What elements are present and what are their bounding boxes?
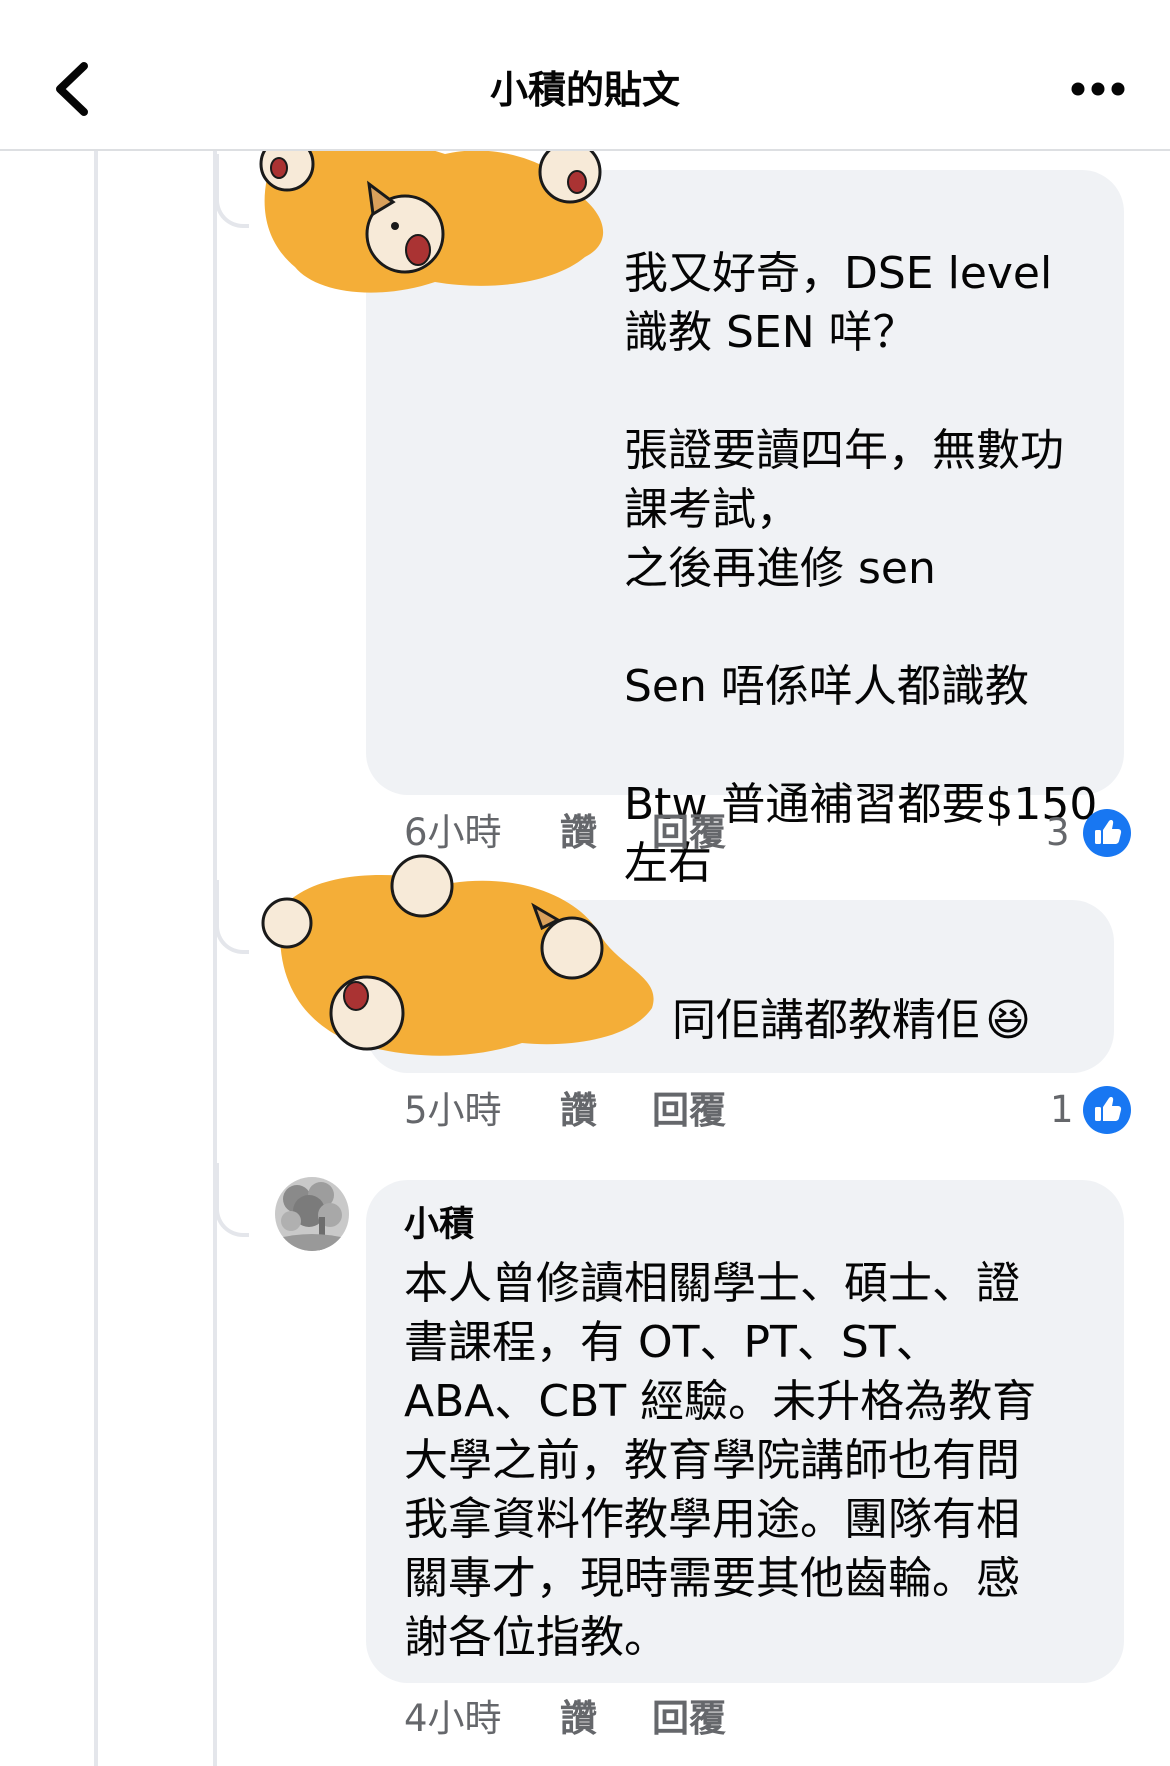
top-bar: 小積的貼文 <box>0 0 1170 151</box>
like-button[interactable]: 讚 <box>560 1689 597 1749</box>
comment-timestamp[interactable]: 5小時 <box>404 1081 502 1141</box>
page-title: 小積的貼文 <box>489 68 680 112</box>
comment-actions: 4小時 讚 回覆 <box>404 1689 804 1749</box>
tree-avatar-image <box>275 1177 349 1251</box>
laughing-emoji: 😆 <box>985 995 1031 1046</box>
reply-button[interactable]: 回覆 <box>652 803 726 863</box>
comment-actions: 5小時 讚 回覆 <box>404 1081 804 1141</box>
more-options-button[interactable] <box>1068 74 1128 104</box>
comment-text: 本人曾修讀相關學士、碩士、證 書課程，有 OT、PT、ST、 ABA、CBT 經… <box>404 1258 1037 1663</box>
comment-author[interactable]: 小積 <box>404 1200 474 1250</box>
like-button[interactable]: 讚 <box>560 803 597 863</box>
reaction-count: 1 <box>1050 1088 1074 1131</box>
reaction-summary[interactable]: 3 <box>1040 806 1132 860</box>
reply-button[interactable]: 回覆 <box>652 1689 726 1749</box>
more-horizontal-icon <box>1071 82 1125 96</box>
reply-button[interactable]: 回覆 <box>652 1081 726 1141</box>
avatar[interactable] <box>275 1177 349 1251</box>
comment-timestamp[interactable]: 6小時 <box>404 803 502 863</box>
thread-connector <box>215 1163 249 1237</box>
comment-actions: 6小時 讚 回覆 <box>404 803 804 863</box>
like-reaction-icon <box>1083 809 1131 857</box>
reaction-summary[interactable]: 1 <box>1040 1083 1132 1137</box>
thread-line <box>213 151 217 1766</box>
comment-text: 同佢講都教精佢 <box>672 995 980 1046</box>
comment-bubble: 小積 本人曾修讀相關學士、碩士、證 書課程，有 OT、PT、ST、 ABA、CB… <box>366 1180 1124 1683</box>
thread-connector <box>215 154 249 228</box>
comment-text: 我又好奇，DSE level 識教 SEN 咩？ 張證要讀四年，無數功課考試， … <box>624 248 1098 889</box>
redaction-sticker <box>261 854 654 1056</box>
comment-content: 同佢講都教精佢 😆 <box>672 991 1031 1050</box>
thread-line <box>94 151 98 1766</box>
comment-timestamp[interactable]: 4小時 <box>404 1689 502 1749</box>
redaction-sticker <box>259 136 604 293</box>
reaction-count: 3 <box>1046 811 1070 854</box>
like-reaction-icon <box>1083 1086 1131 1134</box>
thread-connector <box>215 880 249 954</box>
like-button[interactable]: 讚 <box>560 1081 597 1141</box>
